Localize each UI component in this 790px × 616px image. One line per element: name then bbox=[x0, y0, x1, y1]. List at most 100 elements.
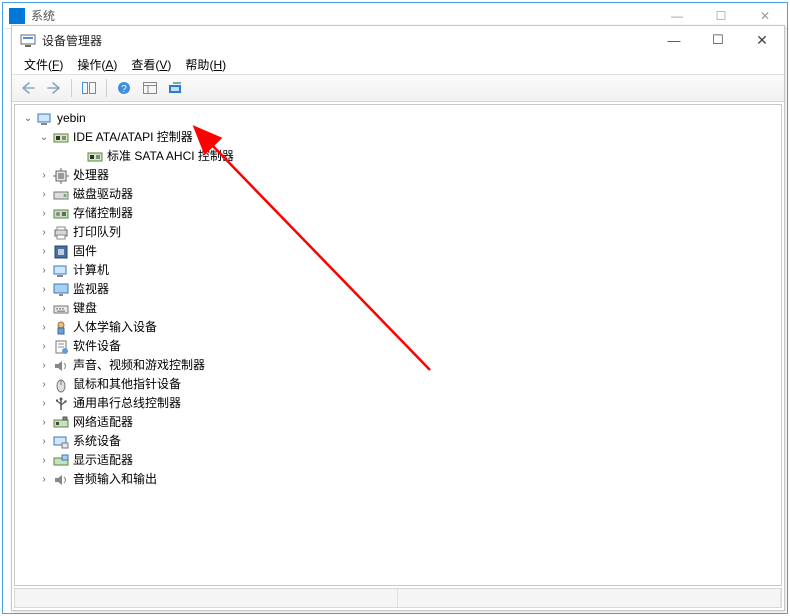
expand-icon[interactable]: › bbox=[37, 185, 51, 204]
tree-item-label: 鼠标和其他指针设备 bbox=[73, 375, 181, 394]
toolbar-back-button[interactable] bbox=[16, 77, 40, 99]
keyboard-icon bbox=[53, 301, 69, 317]
collapse-icon[interactable]: ⌄ bbox=[21, 109, 35, 128]
statusbar bbox=[14, 588, 782, 608]
menu-file[interactable]: 文件(F) bbox=[18, 54, 69, 75]
expand-icon[interactable]: › bbox=[37, 204, 51, 223]
outer-window: 系统 — ☐ ✕ 设备管理器 — ☐ ✕ 文件(F) 操作(A) 查看(V) 帮… bbox=[2, 2, 788, 614]
tree-item-sound[interactable]: › 声音、视频和游戏控制器 bbox=[17, 356, 779, 375]
ide-icon bbox=[87, 149, 103, 165]
tree-item-label: 通用串行总线控制器 bbox=[73, 394, 181, 413]
usb-icon bbox=[53, 396, 69, 412]
tree-item-label: 声音、视频和游戏控制器 bbox=[73, 356, 205, 375]
expand-icon[interactable]: › bbox=[37, 432, 51, 451]
collapse-icon[interactable]: ⌄ bbox=[37, 128, 51, 147]
printer-icon bbox=[53, 225, 69, 241]
menubar: 文件(F) 操作(A) 查看(V) 帮助(H) bbox=[12, 54, 784, 74]
tree-item-label: 软件设备 bbox=[73, 337, 121, 356]
monitor-icon bbox=[53, 282, 69, 298]
tree-item-label: IDE ATA/ATAPI 控制器 bbox=[73, 128, 193, 147]
expand-icon[interactable]: › bbox=[37, 337, 51, 356]
tree-item-label: 键盘 bbox=[73, 299, 97, 318]
expand-icon[interactable]: › bbox=[37, 223, 51, 242]
expand-icon[interactable]: › bbox=[37, 356, 51, 375]
toolbar-show-hide-button[interactable] bbox=[77, 77, 101, 99]
expand-icon[interactable]: › bbox=[37, 318, 51, 337]
tree-item-sata[interactable]: › 标准 SATA AHCI 控制器 bbox=[17, 147, 779, 166]
tree-item-ide[interactable]: ⌄ IDE ATA/ATAPI 控制器 bbox=[17, 128, 779, 147]
tree-item-swdev[interactable]: › 软件设备 bbox=[17, 337, 779, 356]
expand-icon[interactable]: › bbox=[37, 413, 51, 432]
tree-item-label: 处理器 bbox=[73, 166, 109, 185]
tree-root-label: yebin bbox=[57, 109, 86, 128]
tree-item-cpu[interactable]: › 处理器 bbox=[17, 166, 779, 185]
expand-icon[interactable]: › bbox=[37, 242, 51, 261]
tree-item-keyboard[interactable]: › 键盘 bbox=[17, 299, 779, 318]
menu-action[interactable]: 操作(A) bbox=[71, 54, 123, 75]
expand-icon[interactable]: › bbox=[37, 166, 51, 185]
menu-help[interactable]: 帮助(H) bbox=[179, 54, 232, 75]
expand-icon[interactable]: › bbox=[37, 375, 51, 394]
device-manager-icon bbox=[20, 32, 36, 48]
speaker-icon bbox=[53, 472, 69, 488]
tree-item-label: 音频输入和输出 bbox=[73, 470, 157, 489]
tree-root-row[interactable]: ⌄ yebin bbox=[17, 109, 779, 128]
network-icon bbox=[53, 415, 69, 431]
tree-item-storage[interactable]: › 存储控制器 bbox=[17, 204, 779, 223]
device-manager-window: 设备管理器 — ☐ ✕ 文件(F) 操作(A) 查看(V) 帮助(H) ? bbox=[11, 25, 785, 611]
tree-item-computer[interactable]: › 计算机 bbox=[17, 261, 779, 280]
tree-item-usb[interactable]: › 通用串行总线控制器 bbox=[17, 394, 779, 413]
tree-item-label: 磁盘驱动器 bbox=[73, 185, 133, 204]
status-pane-left bbox=[15, 589, 398, 607]
inner-close-button[interactable]: ✕ bbox=[740, 26, 784, 54]
inner-titlebar[interactable]: 设备管理器 — ☐ ✕ bbox=[12, 26, 784, 54]
tree-item-audio[interactable]: › 音频输入和输出 bbox=[17, 470, 779, 489]
expand-icon[interactable]: › bbox=[37, 280, 51, 299]
expand-icon[interactable]: › bbox=[37, 299, 51, 318]
expand-icon[interactable]: › bbox=[37, 470, 51, 489]
tree-item-label: 计算机 bbox=[73, 261, 109, 280]
software-icon bbox=[53, 339, 69, 355]
tree-item-label: 人体学输入设备 bbox=[73, 318, 157, 337]
toolbar-separator bbox=[71, 79, 72, 97]
tree-item-hid[interactable]: › 人体学输入设备 bbox=[17, 318, 779, 337]
tree-item-system[interactable]: › 系统设备 bbox=[17, 432, 779, 451]
tree-item-label: 系统设备 bbox=[73, 432, 121, 451]
inner-maximize-button[interactable]: ☐ bbox=[696, 26, 740, 54]
hid-icon bbox=[53, 320, 69, 336]
ide-icon bbox=[53, 130, 69, 146]
system-icon bbox=[53, 434, 69, 450]
tree-item-label: 标准 SATA AHCI 控制器 bbox=[107, 147, 234, 166]
cpu-icon bbox=[53, 168, 69, 184]
svg-text:?: ? bbox=[121, 84, 127, 95]
expand-icon[interactable]: › bbox=[37, 394, 51, 413]
menu-view[interactable]: 查看(V) bbox=[125, 54, 177, 75]
inner-minimize-button[interactable]: — bbox=[652, 26, 696, 54]
tree-item-display[interactable]: › 显示适配器 bbox=[17, 451, 779, 470]
tree-item-label: 存储控制器 bbox=[73, 204, 133, 223]
toolbar-properties-button[interactable] bbox=[138, 77, 162, 99]
device-tree: ⌄ yebin ⌄ IDE ATA/ATAPI 控制器 › 标准 SATA AH… bbox=[15, 105, 781, 493]
tree-item-label: 打印队列 bbox=[73, 223, 121, 242]
toolbar-help-button[interactable]: ? bbox=[112, 77, 136, 99]
tree-item-monitor[interactable]: › 监视器 bbox=[17, 280, 779, 299]
tree-item-label: 网络适配器 bbox=[73, 413, 133, 432]
tree-item-printq[interactable]: › 打印队列 bbox=[17, 223, 779, 242]
speaker-icon bbox=[53, 358, 69, 374]
tree-item-disk[interactable]: › 磁盘驱动器 bbox=[17, 185, 779, 204]
tree-item-mouse[interactable]: › 鼠标和其他指针设备 bbox=[17, 375, 779, 394]
expand-icon[interactable]: › bbox=[37, 451, 51, 470]
tree-item-label: 显示适配器 bbox=[73, 451, 133, 470]
inner-window-controls: — ☐ ✕ bbox=[652, 26, 784, 54]
toolbar-forward-button[interactable] bbox=[42, 77, 66, 99]
computer-icon bbox=[37, 111, 53, 127]
toolbar-scan-button[interactable] bbox=[164, 77, 188, 99]
outer-title: 系统 bbox=[31, 7, 655, 24]
tree-item-label: 固件 bbox=[73, 242, 97, 261]
toolbar-separator bbox=[106, 79, 107, 97]
tree-item-firmware[interactable]: › 固件 bbox=[17, 242, 779, 261]
firmware-icon bbox=[53, 244, 69, 260]
tree-pane[interactable]: ⌄ yebin ⌄ IDE ATA/ATAPI 控制器 › 标准 SATA AH… bbox=[14, 104, 782, 586]
expand-icon[interactable]: › bbox=[37, 261, 51, 280]
tree-item-network[interactable]: › 网络适配器 bbox=[17, 413, 779, 432]
